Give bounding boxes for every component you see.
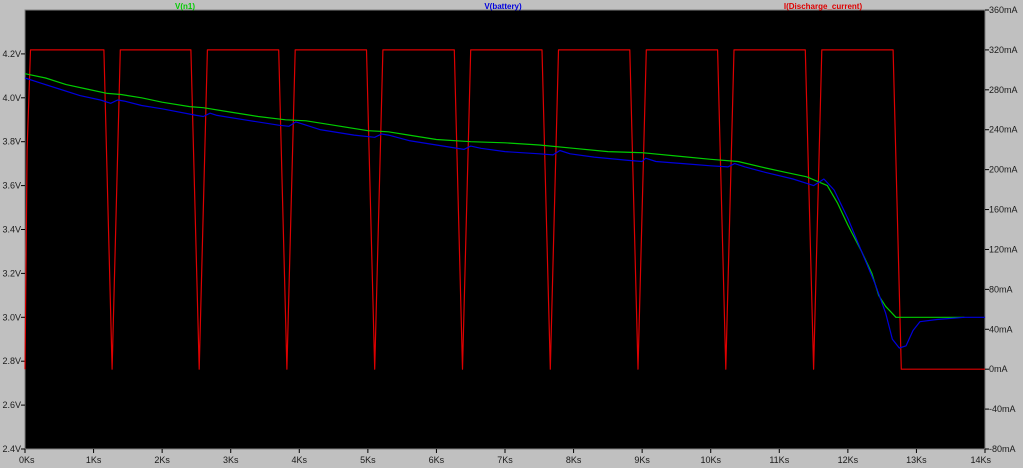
plot-area[interactable] (24, 9, 986, 450)
x-tick-label: 4Ks (292, 455, 308, 465)
x-tick-label: 9Ks (634, 455, 650, 465)
y-right-tick-label: 200mA (989, 165, 1018, 175)
x-tick-label: 2Ks (154, 455, 170, 465)
plot-window: 2.4V 2.6V 2.8V 3.0V 3.2V 3.4V 3.6V 3.8V 4.0V 4.2V… (0, 0, 1023, 468)
y-axis-left: 2.4V 2.6V 2.8V 3.0V 3.2V 3.4V 3.6V 3.8V 4.0V 4.2V (2, 49, 25, 454)
y-left-tick-label: 2.4V (2, 444, 21, 454)
y-left-tick-label: 4.2V (2, 49, 21, 59)
x-tick-label: 7Ks (497, 455, 513, 465)
x-tick-label: 1Ks (86, 455, 102, 465)
y-left-tick-label: 4.0V (2, 93, 21, 103)
x-tick-label: 11Ks (769, 455, 789, 465)
y-right-tick-label: 280mA (989, 85, 1018, 95)
legend-v-battery: V(battery) (484, 2, 522, 11)
y-left-tick-label: 3.8V (2, 137, 21, 147)
y-left-tick-label: 3.6V (2, 181, 21, 191)
x-tick-label: 0Ks (19, 455, 35, 465)
x-tick-label: 6Ks (429, 455, 445, 465)
y-right-tick-label: 0mA (989, 364, 1008, 374)
y-left-tick-label: 3.2V (2, 268, 21, 278)
x-tick-label: 14Ks (970, 455, 991, 465)
y-left-tick-label: 2.6V (2, 400, 21, 410)
legend-v-n1: V(n1) (175, 2, 195, 11)
legend-i-discharge-current: I(Discharge_current) (784, 2, 863, 11)
y-axis-right: -80mA -40mA 0mA 40mA 80mA 120mA 160mA 200mA 240m… (985, 5, 1018, 454)
x-tick-label: 8Ks (566, 455, 582, 465)
y-right-tick-label: 120mA (989, 244, 1018, 254)
y-right-tick-label: -40mA (989, 404, 1016, 414)
y-right-tick-label: 80mA (989, 284, 1013, 294)
x-tick-label: 5Ks (360, 455, 376, 465)
waveform-chart[interactable]: 2.4V 2.6V 2.8V 3.0V 3.2V 3.4V 3.6V 3.8V 4.0V 4.2V… (0, 0, 1023, 468)
y-right-tick-label: 320mA (989, 45, 1018, 55)
x-tick-label: 10Ks (700, 455, 721, 465)
y-right-tick-label: 160mA (989, 205, 1018, 215)
y-right-tick-label: -80mA (989, 444, 1016, 454)
x-tick-label: 3Ks (223, 455, 239, 465)
x-tick-label: 13Ks (906, 455, 927, 465)
y-left-tick-label: 2.8V (2, 356, 21, 366)
y-left-tick-label: 3.0V (2, 312, 21, 322)
y-right-tick-label: 40mA (989, 324, 1013, 334)
y-right-tick-label: 240mA (989, 125, 1018, 135)
x-axis: 0Ks 1Ks 2Ks 3Ks 4Ks 5Ks 6Ks 7Ks 8Ks 9Ks 10Ks 11Ks 12… (19, 449, 991, 465)
x-tick-label: 12Ks (838, 455, 859, 465)
y-right-tick-label: 360mA (989, 5, 1018, 15)
y-left-tick-label: 3.4V (2, 225, 21, 235)
